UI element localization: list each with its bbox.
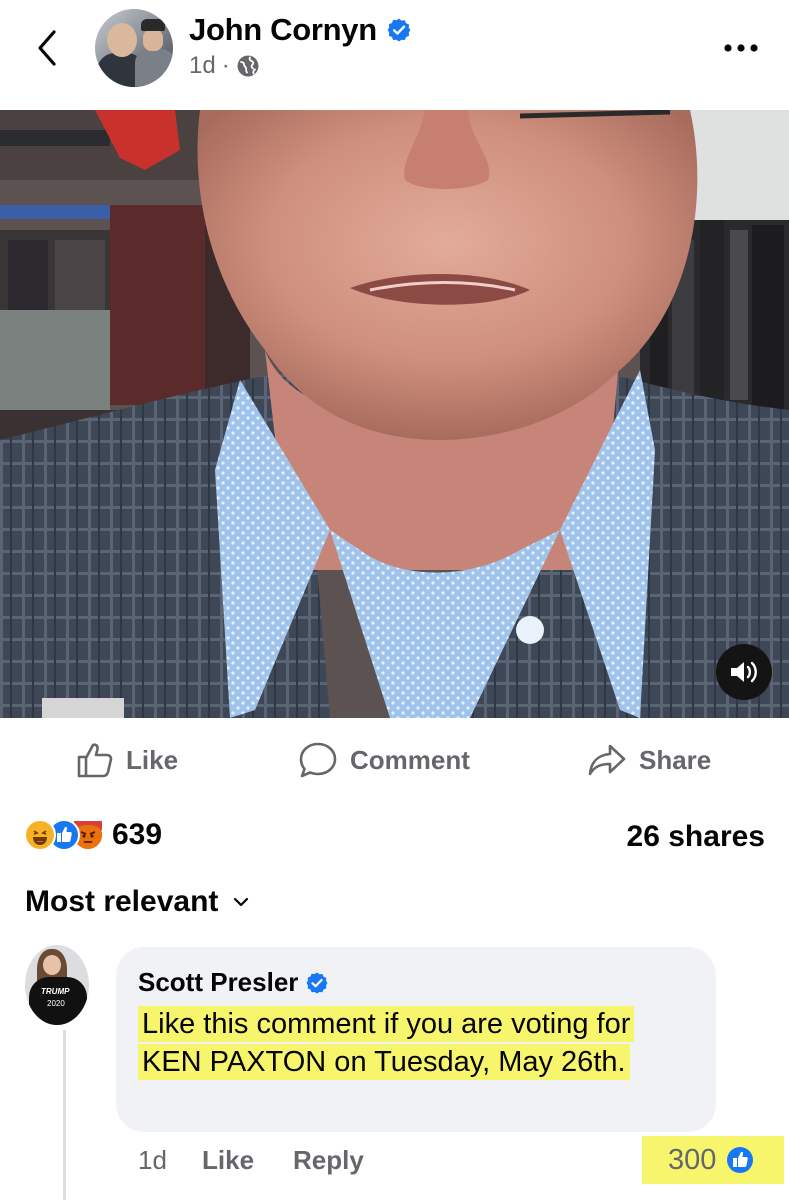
like-label: Like	[126, 744, 179, 775]
comment-timestamp[interactable]: 1d	[138, 1145, 167, 1176]
comment-text-highlight: Like this comment if you are voting for …	[138, 1006, 635, 1080]
comment-bubble[interactable]: Scott Presler Like this comment if you a…	[116, 947, 716, 1132]
verified-badge-icon	[306, 972, 328, 993]
reaction-count: 639	[112, 818, 163, 851]
page-name[interactable]: John Cornyn	[189, 12, 412, 48]
sound-toggle-button[interactable]	[716, 644, 772, 700]
like-reaction-icon	[727, 1147, 754, 1173]
comment-like-count: 300	[668, 1143, 717, 1176]
speaker-icon	[731, 661, 757, 683]
chevron-down-icon	[234, 897, 249, 907]
comment-label: Comment	[350, 744, 470, 775]
post-video[interactable]	[0, 110, 789, 718]
chevron-left-icon	[38, 30, 56, 66]
share-button[interactable]: Share	[587, 742, 711, 778]
page-name-text[interactable]: John Cornyn	[189, 12, 377, 48]
post-header: John Cornyn 1d ·	[0, 0, 789, 110]
comment-reaction-count[interactable]: 300	[642, 1136, 784, 1184]
page-avatar[interactable]	[95, 9, 173, 87]
comment-sort-dropdown[interactable]: Most relevant	[25, 885, 250, 919]
meta-separator: ·	[221, 52, 230, 79]
verified-badge-icon	[387, 18, 411, 42]
post-action-bar: Like Comment Share	[0, 718, 789, 800]
reply-thread-line	[63, 1030, 66, 1200]
share-count[interactable]: 26 shares	[627, 820, 765, 854]
globe-icon	[237, 55, 259, 77]
comment-like-button[interactable]: Like	[202, 1145, 254, 1176]
comment-author[interactable]: Scott Presler	[138, 967, 329, 998]
comment-text: Like this comment if you are voting for …	[138, 1005, 698, 1081]
share-arrow-icon	[588, 744, 626, 776]
share-label: Share	[639, 744, 712, 775]
more-options-button[interactable]	[722, 40, 762, 56]
comment-author-name[interactable]: Scott Presler	[138, 967, 298, 998]
post-meta: 1d ·	[189, 52, 260, 80]
avatar-shirt-year: 2020	[47, 999, 65, 1008]
avatar-shirt-text: TRUMP	[41, 987, 70, 996]
comment-bubble-icon	[299, 742, 337, 778]
post-timestamp[interactable]: 1d	[189, 52, 216, 80]
commenter-avatar[interactable]: TRUMP 2020	[25, 945, 89, 1025]
comment-button[interactable]: Comment	[298, 742, 470, 778]
thumbs-up-icon	[77, 743, 113, 778]
sort-label: Most relevant	[25, 885, 219, 918]
like-button[interactable]: Like	[76, 742, 178, 778]
more-dots-icon	[724, 44, 758, 52]
back-button[interactable]	[30, 24, 64, 72]
haha-reaction-icon	[24, 819, 56, 851]
comment-reply-button[interactable]: Reply	[293, 1145, 364, 1176]
video-frame	[0, 110, 789, 718]
reactions-summary[interactable]: 639	[24, 818, 162, 852]
engagement-summary: 639 26 shares	[0, 808, 789, 864]
